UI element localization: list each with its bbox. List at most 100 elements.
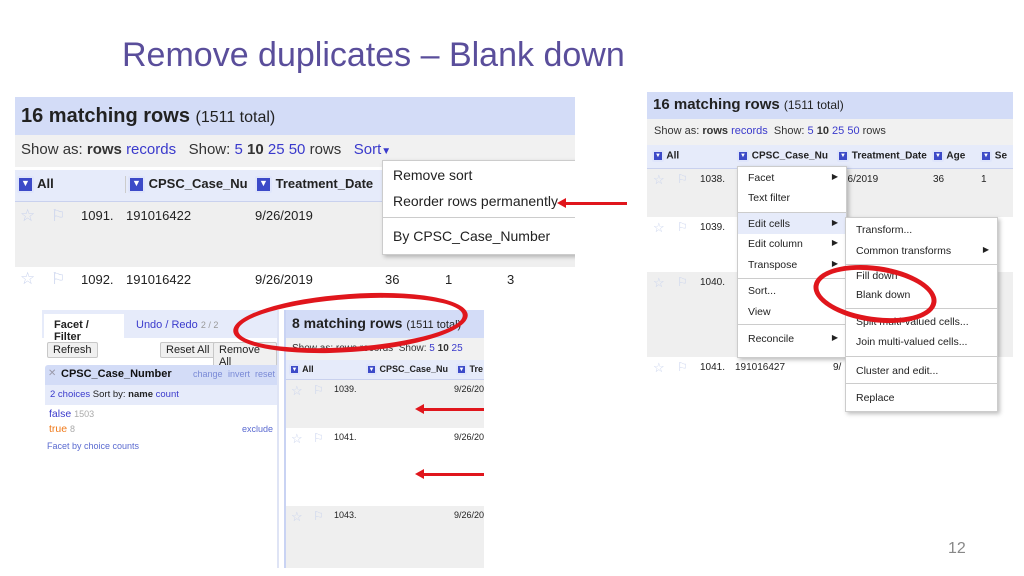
flag-icon[interactable]: ⚐: [51, 269, 65, 289]
column-dropdown-icon[interactable]: ▼: [837, 150, 849, 162]
matching-rows-header: 16 matching rows (1511 total): [647, 92, 1013, 119]
column-all: All: [666, 150, 680, 162]
column-dropdown-icon[interactable]: ▼: [17, 176, 34, 194]
flag-icon[interactable]: ⚐: [313, 383, 324, 397]
row-number: 1039.: [700, 222, 726, 233]
sort-by-name[interactable]: name: [128, 389, 153, 400]
facet-choice-false[interactable]: false 1503: [49, 408, 94, 420]
records-mode[interactable]: records: [126, 141, 176, 158]
facet-by-choice-counts-link[interactable]: Facet by choice counts: [47, 441, 139, 451]
facet-change-link[interactable]: change: [193, 369, 223, 379]
facet-panel: Facet / Filter Undo / Redo 2 / 2 Refresh…: [42, 310, 279, 568]
facet-invert-link[interactable]: invert: [228, 369, 250, 379]
flag-icon[interactable]: ⚐: [313, 431, 324, 445]
row-number: 1043.: [334, 510, 357, 520]
star-icon[interactable]: ☆: [20, 206, 35, 226]
column-dropdown-icon[interactable]: ▼: [255, 176, 272, 194]
page-size-25[interactable]: 25: [832, 125, 844, 137]
flag-icon[interactable]: ⚐: [677, 172, 688, 186]
cell-date: 9/26/20: [454, 510, 484, 520]
column-dropdown-icon[interactable]: ▼: [737, 150, 749, 162]
rows-mode[interactable]: rows: [87, 141, 122, 158]
page-size-5[interactable]: 5: [429, 343, 435, 354]
page-size-25[interactable]: 25: [452, 343, 463, 354]
records-mode[interactable]: records: [731, 125, 768, 137]
menu-reorder-rows[interactable]: Reorder rows permanently: [383, 189, 575, 217]
star-icon[interactable]: ☆: [291, 431, 303, 447]
column-dropdown-icon[interactable]: ▼: [456, 364, 467, 376]
column-dropdown-icon[interactable]: ▼: [932, 150, 944, 162]
menu-common-transforms[interactable]: Common transforms ▶: [846, 240, 997, 264]
row-number: 1039.: [334, 384, 357, 394]
reset-all-button[interactable]: Reset All: [160, 342, 216, 358]
exclude-link[interactable]: exclude: [242, 424, 273, 434]
total-count: (1511 total): [195, 109, 276, 126]
menu-label: Facet: [748, 172, 775, 184]
sort-by-count[interactable]: count: [156, 389, 179, 400]
menu-edit-cells[interactable]: Edit cells ▶: [738, 212, 846, 234]
column-dropdown-icon[interactable]: ▼: [652, 150, 664, 162]
menu-remove-sort[interactable]: Remove sort: [383, 161, 575, 189]
column-treatment-date: Treatment_Date: [851, 150, 927, 162]
menu-reconcile[interactable]: Reconcile ▶: [738, 324, 846, 350]
choice-label[interactable]: false: [49, 408, 71, 420]
column-dropdown-icon[interactable]: ▼: [128, 176, 145, 194]
star-icon[interactable]: ☆: [291, 383, 303, 399]
menu-join-multi-valued[interactable]: Join multi-valued cells...: [846, 332, 997, 356]
menu-facet[interactable]: Facet ▶: [738, 167, 846, 189]
column-all: All: [37, 176, 54, 191]
page-size-5[interactable]: 5: [808, 125, 814, 137]
menu-replace[interactable]: Replace: [846, 383, 997, 409]
star-icon[interactable]: ☆: [291, 509, 303, 525]
star-icon[interactable]: ☆: [653, 275, 665, 291]
page-size-50[interactable]: 50: [847, 125, 859, 137]
page-size-5[interactable]: 5: [234, 141, 242, 158]
menu-cluster-and-edit[interactable]: Cluster and edit...: [846, 356, 997, 383]
rows-mode[interactable]: rows: [702, 125, 728, 137]
flag-icon[interactable]: ⚐: [51, 206, 65, 226]
menu-label: Transpose: [748, 259, 798, 271]
star-icon[interactable]: ☆: [20, 269, 35, 289]
star-icon[interactable]: ☆: [653, 220, 665, 236]
flag-icon[interactable]: ⚐: [677, 360, 688, 374]
menu-label: Common transforms: [856, 245, 952, 257]
tab-facet-filter[interactable]: Facet / Filter: [44, 314, 124, 343]
page-size-25[interactable]: 25: [268, 141, 285, 158]
column-dropdown-icon[interactable]: ▼: [289, 364, 300, 376]
cell-case: 191016427: [735, 362, 786, 373]
facet-choice-true[interactable]: true 8: [49, 423, 75, 435]
column-dropdown-icon[interactable]: ▼: [366, 364, 377, 376]
sort-by-label: Sort by:: [92, 389, 126, 400]
close-icon[interactable]: ✕: [48, 368, 56, 379]
flag-icon[interactable]: ⚐: [313, 509, 324, 523]
screenshot-sort-menu: 16 matching rows (1511 total) Show as: r…: [15, 97, 575, 292]
refresh-button[interactable]: Refresh: [47, 342, 98, 358]
page-size-10[interactable]: 10: [438, 343, 449, 354]
undo-count: 2 / 2: [200, 320, 219, 330]
menu-by-cpsc-case-number[interactable]: By CPSC_Case_Number: [383, 217, 575, 253]
choice-label[interactable]: true: [49, 423, 67, 435]
table-row: ☆ ⚐ 1092. 191016422 9/26/2019 36 1 3: [15, 267, 575, 292]
page-size-10[interactable]: 10: [817, 125, 829, 137]
star-icon[interactable]: ☆: [653, 360, 665, 376]
show-as-label: Show as:: [654, 125, 700, 137]
cell-age: 36: [385, 272, 400, 287]
menu-text-filter[interactable]: Text filter: [738, 189, 846, 212]
page-size-10[interactable]: 10: [247, 141, 264, 158]
page-size-50[interactable]: 50: [289, 141, 306, 158]
row-number: 1041.: [334, 432, 357, 442]
choice-count: 1503: [74, 409, 95, 419]
facet-controls: 2 choices Sort by: name count: [45, 385, 277, 405]
menu-transform[interactable]: Transform...: [846, 218, 997, 240]
screenshot-blank-down-menu: 16 matching rows (1511 total) Show as: r…: [647, 92, 1013, 440]
flag-icon[interactable]: ⚐: [677, 220, 688, 234]
tab-undo-redo[interactable]: Undo / Redo 2 / 2: [136, 319, 218, 331]
facet-reset-link[interactable]: reset: [255, 369, 275, 379]
sort-button[interactable]: Sort: [354, 141, 382, 158]
column-dropdown-icon[interactable]: ▼: [980, 150, 992, 162]
star-icon[interactable]: ☆: [653, 172, 665, 188]
cell-date: 9/26/2019: [255, 208, 313, 223]
menu-edit-column[interactable]: Edit column ▶: [738, 234, 846, 256]
flag-icon[interactable]: ⚐: [677, 275, 688, 289]
choice-count: 8: [70, 424, 76, 434]
